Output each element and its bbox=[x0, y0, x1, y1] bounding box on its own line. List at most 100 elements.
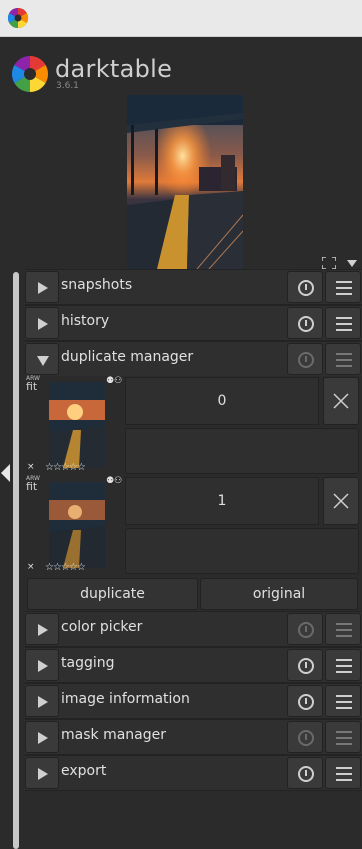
group-badge-icon: ⚉⚇ bbox=[106, 476, 123, 486]
expand-export-button[interactable] bbox=[25, 757, 59, 789]
duplicate-thumbnail[interactable] bbox=[49, 482, 105, 568]
presets-menu-icon bbox=[336, 701, 352, 703]
presets-menu-icon bbox=[336, 281, 352, 283]
delete-duplicate-button[interactable] bbox=[323, 377, 359, 425]
module-export[interactable]: export bbox=[25, 755, 362, 791]
presets-menu-icon bbox=[336, 695, 352, 697]
delete-duplicate-button[interactable] bbox=[323, 477, 359, 525]
version-note-field[interactable] bbox=[125, 428, 359, 474]
presets-menu-icon bbox=[336, 659, 352, 661]
fullscreen-icon[interactable] bbox=[322, 257, 336, 269]
zoom-fit-label: fit bbox=[26, 380, 38, 393]
module-label: snapshots bbox=[61, 277, 133, 293]
presets-button[interactable] bbox=[325, 685, 361, 717]
duplicate-row[interactable]: ARW fit ⚉⚇ × ☆☆☆☆☆ 0 bbox=[25, 375, 362, 476]
module-duplicate-manager[interactable]: duplicate manager bbox=[25, 341, 362, 377]
collapse-duplicate-manager-button[interactable] bbox=[25, 343, 59, 375]
presets-menu-icon bbox=[336, 329, 352, 331]
darktable-logo bbox=[11, 55, 49, 93]
module-image-information[interactable]: image information bbox=[25, 683, 362, 719]
presets-menu-icon bbox=[336, 317, 352, 319]
module-label: export bbox=[61, 763, 107, 779]
panel-empty-space bbox=[25, 791, 362, 849]
presets-menu-icon bbox=[336, 353, 352, 355]
module-label: mask manager bbox=[61, 727, 166, 743]
collapse-arrow-icon[interactable] bbox=[347, 260, 357, 267]
window-titlebar bbox=[0, 0, 362, 37]
original-button[interactable]: original bbox=[200, 578, 358, 610]
chevron-right-icon bbox=[38, 318, 48, 330]
reset-icon bbox=[298, 658, 314, 674]
panel-scrollbar[interactable] bbox=[13, 272, 19, 849]
chevron-right-icon bbox=[38, 696, 48, 708]
presets-menu-icon bbox=[336, 293, 352, 295]
presets-menu-icon bbox=[336, 773, 352, 775]
zoom-fit-label: fit bbox=[26, 480, 38, 493]
star-rating[interactable]: ☆☆☆☆☆ bbox=[45, 462, 86, 473]
reset-button[interactable] bbox=[287, 685, 323, 717]
duplicate-row[interactable]: ARW fit ⚉⚇ × ☆☆☆☆☆ 1 bbox=[25, 475, 362, 576]
reset-icon bbox=[298, 766, 314, 782]
close-icon bbox=[333, 493, 349, 509]
expand-color-picker-button[interactable] bbox=[25, 613, 59, 645]
module-mask-manager[interactable]: mask manager bbox=[25, 719, 362, 755]
app-version: 3.6.1 bbox=[56, 81, 79, 91]
presets-menu-icon bbox=[336, 671, 352, 673]
module-snapshots[interactable]: snapshots bbox=[25, 269, 362, 305]
module-label: image information bbox=[61, 691, 190, 707]
presets-button[interactable] bbox=[325, 343, 361, 375]
presets-menu-icon bbox=[336, 731, 352, 733]
presets-menu-icon bbox=[336, 767, 352, 769]
reset-button[interactable] bbox=[287, 307, 323, 339]
module-tagging[interactable]: tagging bbox=[25, 647, 362, 683]
reset-button[interactable] bbox=[287, 721, 323, 753]
module-color-picker[interactable]: color picker bbox=[25, 611, 362, 647]
presets-menu-icon bbox=[336, 743, 352, 745]
presets-button[interactable] bbox=[325, 721, 361, 753]
image-preview bbox=[127, 95, 243, 269]
star-rating[interactable]: ☆☆☆☆☆ bbox=[45, 562, 86, 573]
reset-icon bbox=[298, 622, 314, 638]
version-number: 0 bbox=[125, 377, 319, 425]
chevron-right-icon bbox=[38, 282, 48, 294]
expand-image-information-button[interactable] bbox=[25, 685, 59, 717]
module-label: tagging bbox=[61, 655, 115, 671]
chevron-right-icon bbox=[38, 660, 48, 672]
presets-menu-icon bbox=[336, 665, 352, 667]
expand-history-button[interactable] bbox=[25, 307, 59, 339]
presets-menu-icon bbox=[336, 365, 352, 367]
version-note-field[interactable] bbox=[125, 528, 359, 574]
presets-menu-icon bbox=[336, 287, 352, 289]
duplicate-button[interactable]: duplicate bbox=[27, 578, 198, 610]
reset-button[interactable] bbox=[287, 649, 323, 681]
reset-icon bbox=[298, 730, 314, 746]
collapse-left-panel-icon[interactable] bbox=[1, 464, 10, 482]
presets-menu-icon bbox=[336, 779, 352, 781]
expand-tagging-button[interactable] bbox=[25, 649, 59, 681]
expand-snapshots-button[interactable] bbox=[25, 271, 59, 303]
presets-button[interactable] bbox=[325, 271, 361, 303]
duplicate-thumbnail[interactable] bbox=[49, 382, 105, 468]
module-label: history bbox=[61, 313, 110, 329]
expand-mask-manager-button[interactable] bbox=[25, 721, 59, 753]
reject-icon[interactable]: × bbox=[27, 562, 35, 572]
reject-icon[interactable]: × bbox=[27, 462, 35, 472]
reset-button[interactable] bbox=[287, 757, 323, 789]
reset-button[interactable] bbox=[287, 343, 323, 375]
presets-button[interactable] bbox=[325, 757, 361, 789]
close-icon bbox=[333, 393, 349, 409]
presets-menu-icon bbox=[336, 737, 352, 739]
chevron-right-icon bbox=[38, 768, 48, 780]
module-label: color picker bbox=[61, 619, 143, 635]
module-history[interactable]: history bbox=[25, 305, 362, 341]
chevron-down-icon bbox=[37, 356, 49, 366]
presets-button[interactable] bbox=[325, 649, 361, 681]
left-panel-rail bbox=[0, 268, 24, 849]
presets-button[interactable] bbox=[325, 307, 361, 339]
presets-button[interactable] bbox=[325, 613, 361, 645]
module-label: duplicate manager bbox=[61, 349, 194, 365]
reset-button[interactable] bbox=[287, 613, 323, 645]
reset-button[interactable] bbox=[287, 271, 323, 303]
presets-menu-icon bbox=[336, 635, 352, 637]
presets-menu-icon bbox=[336, 623, 352, 625]
